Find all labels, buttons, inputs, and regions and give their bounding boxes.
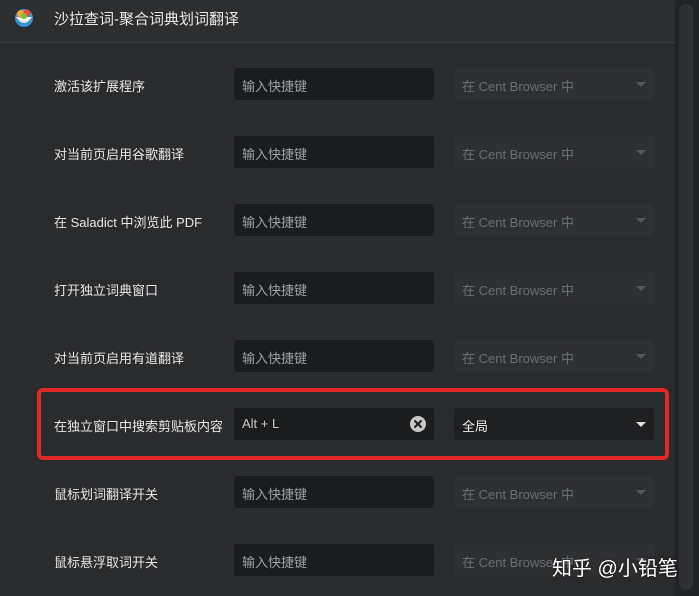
- shortcut-label: 对当前页启用谷歌翻译: [54, 147, 185, 162]
- chevron-down-icon: [636, 354, 646, 359]
- chevron-down-icon: [636, 286, 646, 291]
- scrollbar-thumb[interactable]: [679, 4, 693, 590]
- chevron-down-icon: [636, 218, 646, 223]
- shortcut-row: 对当前页启用谷歌翻译 输入快捷键 在 Cent Browser 中: [0, 136, 675, 170]
- shortcut-label: 对当前页启用有道翻译: [54, 351, 185, 366]
- scope-select[interactable]: 在 Cent Browser 中: [454, 272, 654, 304]
- shortcut-row: 鼠标划词翻译开关 输入快捷键 在 Cent Browser 中: [0, 476, 675, 510]
- shortcut-label: 鼠标划词翻译开关: [54, 487, 159, 502]
- watermark: 知乎 @小铅笔: [552, 558, 678, 580]
- shortcut-input[interactable]: 输入快捷键: [234, 68, 434, 100]
- chevron-down-icon: [636, 82, 646, 87]
- scope-select[interactable]: 在 Cent Browser 中: [454, 136, 654, 168]
- shortcut-label: 在 Saladict 中浏览此 PDF: [54, 215, 203, 230]
- shortcut-row: 对当前页启用有道翻译 输入快捷键 在 Cent Browser 中: [0, 340, 675, 374]
- saladict-logo-icon: [15, 9, 33, 27]
- shortcut-input[interactable]: 输入快捷键: [234, 476, 434, 508]
- shortcut-label: 鼠标悬浮取词开关: [54, 555, 159, 570]
- scope-select[interactable]: 在 Cent Browser 中: [454, 204, 654, 236]
- app-header: 沙拉查词-聚合词典划词翻译: [0, 0, 675, 43]
- shortcut-input[interactable]: 输入快捷键: [234, 544, 434, 576]
- highlight-annotation: [37, 388, 669, 460]
- shortcut-label: 打开独立词典窗口: [54, 283, 159, 298]
- chevron-down-icon: [636, 490, 646, 495]
- shortcut-input[interactable]: 输入快捷键: [234, 136, 434, 168]
- page-title: 沙拉查词-聚合词典划词翻译: [54, 11, 239, 28]
- shortcut-row: 激活该扩展程序 输入快捷键 在 Cent Browser 中: [0, 68, 675, 102]
- scope-select[interactable]: 在 Cent Browser 中: [454, 68, 654, 100]
- scope-select[interactable]: 在 Cent Browser 中: [454, 476, 654, 508]
- shortcut-row: 打开独立词典窗口 输入快捷键 在 Cent Browser 中: [0, 272, 675, 306]
- scope-select[interactable]: 在 Cent Browser 中: [454, 340, 654, 372]
- shortcut-label: 激活该扩展程序: [54, 79, 146, 94]
- shortcut-input[interactable]: 输入快捷键: [234, 204, 434, 236]
- shortcut-input[interactable]: 输入快捷键: [234, 340, 434, 372]
- shortcut-row: 在 Saladict 中浏览此 PDF 输入快捷键 在 Cent Browser…: [0, 204, 675, 238]
- shortcut-input[interactable]: 输入快捷键: [234, 272, 434, 304]
- chevron-down-icon: [636, 150, 646, 155]
